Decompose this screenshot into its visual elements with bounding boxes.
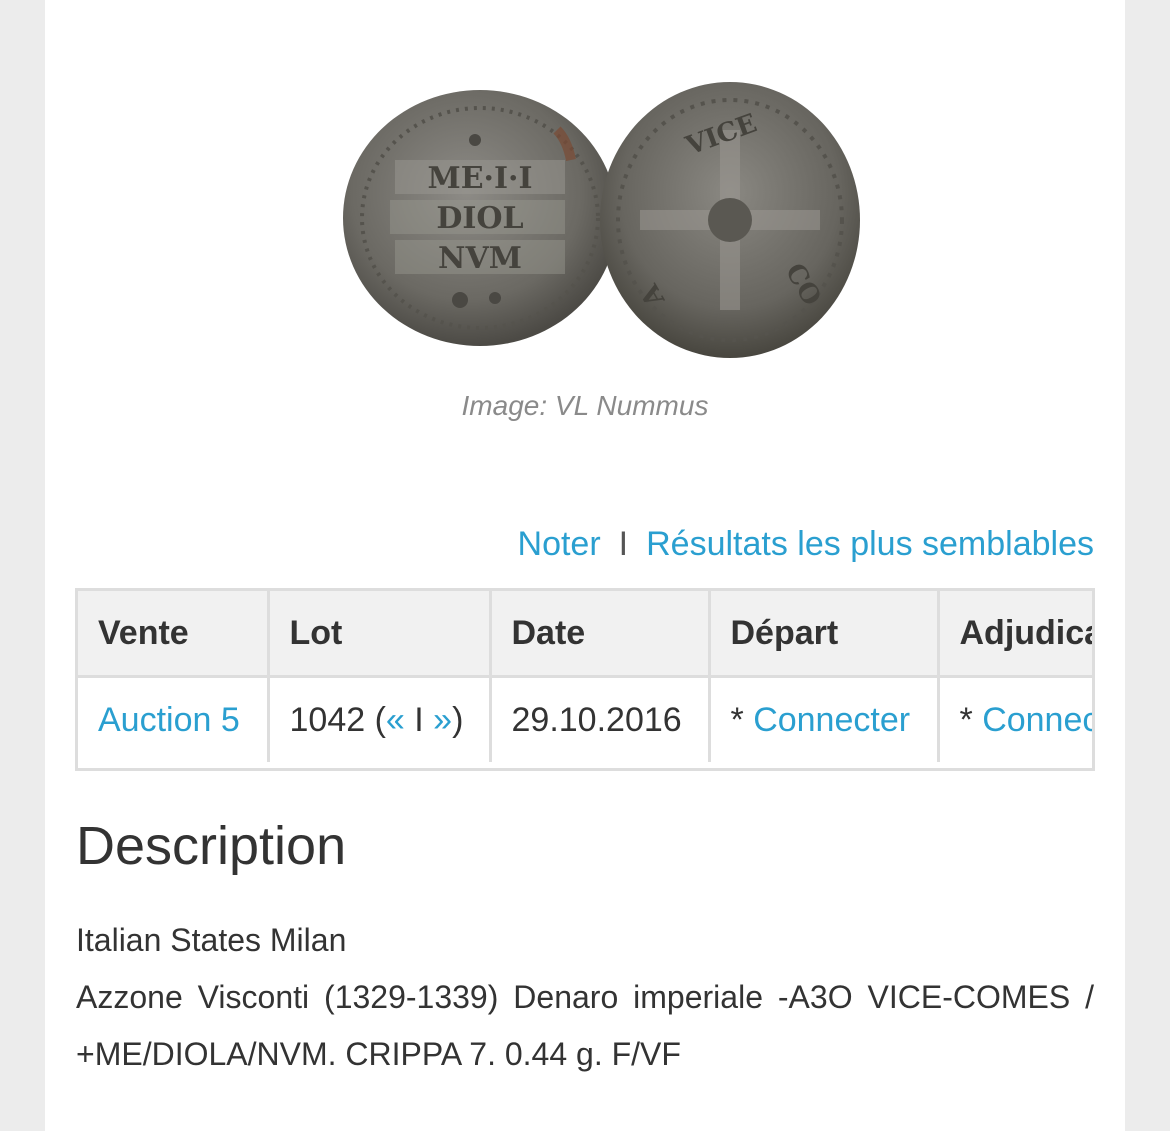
auction-link[interactable]: Auction 5	[98, 701, 240, 739]
header-start: Départ	[707, 591, 940, 678]
coin-image[interactable]: ME·I·I DIOL NVM VICE CO A	[295, 60, 875, 380]
previous-lot-link[interactable]: «	[386, 701, 405, 739]
start-login-link[interactable]: Connecter	[753, 701, 910, 739]
cell-date: 29.10.2016	[488, 675, 711, 762]
cell-lot: 1042 (« I »)	[266, 675, 492, 762]
lot-table-container[interactable]: Vente Lot Date Départ Adjudication Aucti…	[75, 588, 1095, 771]
svg-text:ME·I·I: ME·I·I	[427, 161, 532, 196]
header-date: Date	[488, 591, 711, 678]
cell-sale: Auction 5	[78, 675, 270, 762]
hammer-prefix: *	[959, 700, 983, 739]
page: ME·I·I DIOL NVM VICE CO A Image: VL Numm…	[45, 0, 1125, 1131]
coin-reverse: VICE CO A	[600, 82, 860, 358]
description-body: Italian States Milan Azzone Visconti (13…	[76, 912, 1094, 1083]
header-sale: Vente	[78, 591, 270, 678]
header-hammer: Adjudication	[936, 591, 1092, 678]
coin-obverse: ME·I·I DIOL NVM	[343, 90, 617, 346]
lot-number: 1042 (	[289, 700, 386, 739]
description-line-1: Italian States Milan	[76, 922, 347, 958]
cell-start: * Connecter	[707, 675, 940, 762]
lot-nav-separator: I	[404, 700, 434, 739]
start-prefix: *	[730, 700, 754, 739]
description-line-2: Azzone Visconti (1329-1339) Denaro imper…	[76, 979, 1094, 1072]
lot-table: Vente Lot Date Départ Adjudication Aucti…	[78, 591, 1092, 762]
actions-separator: I	[618, 525, 629, 563]
image-caption: Image: VL Nummus	[461, 390, 709, 421]
table-header-row: Vente Lot Date Départ Adjudication	[78, 591, 1092, 678]
header-lot: Lot	[266, 591, 492, 678]
lot-close-paren: )	[452, 700, 464, 739]
svg-text:DIOL: DIOL	[436, 201, 523, 236]
table-row: Auction 5 1042 (« I ») 29.10.2016 * Conn…	[78, 675, 1092, 762]
next-lot-link[interactable]: »	[433, 701, 452, 739]
lot-actions: Noter I Résultats les plus semblables	[518, 525, 1094, 564]
similar-results-link[interactable]: Résultats les plus semblables	[646, 525, 1094, 563]
svg-text:NVM: NVM	[438, 241, 522, 276]
cell-hammer: * Connecter	[936, 675, 1092, 762]
hammer-login-link[interactable]: Connecter	[982, 701, 1092, 739]
description-title: Description	[76, 816, 347, 876]
rate-link[interactable]: Noter	[518, 525, 601, 563]
